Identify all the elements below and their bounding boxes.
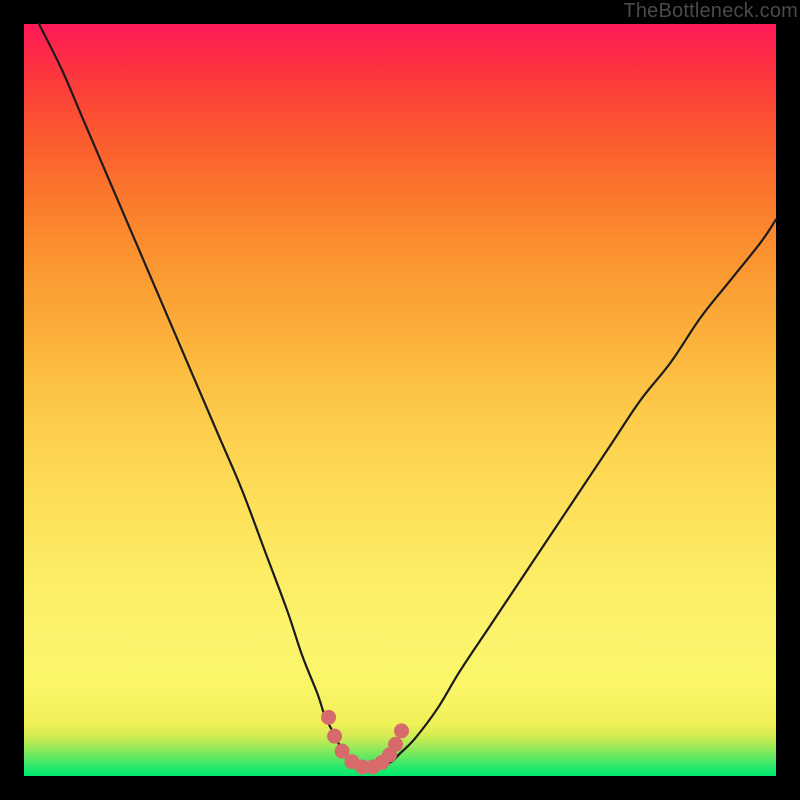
- optimal-marker: [394, 723, 409, 738]
- optimal-marker: [388, 737, 403, 752]
- chart-frame: TheBottleneck.com: [0, 0, 800, 800]
- bottleneck-curve: [39, 24, 776, 769]
- watermark-text: TheBottleneck.com: [623, 0, 798, 23]
- optimal-marker: [327, 729, 342, 744]
- chart-svg: [24, 24, 776, 776]
- optimal-zone-markers: [321, 710, 409, 775]
- chart-plot-area: [24, 24, 776, 776]
- optimal-marker: [321, 710, 336, 725]
